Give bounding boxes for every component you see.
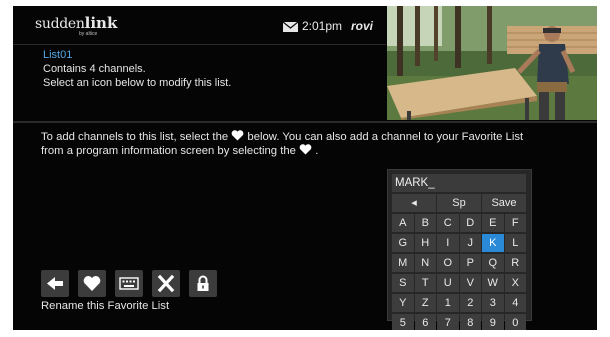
list-info: List01 Contains 4 channels. Select an ic… bbox=[43, 48, 231, 90]
heart-icon bbox=[83, 276, 101, 291]
brand-bold: link bbox=[84, 14, 118, 32]
key-f[interactable]: F bbox=[504, 214, 526, 232]
key-e[interactable]: E bbox=[482, 214, 504, 232]
key-y[interactable]: Y bbox=[392, 294, 414, 312]
instruction-text-2a: from a program information screen by sel… bbox=[41, 145, 296, 157]
backspace-key[interactable]: ◂ bbox=[392, 194, 436, 212]
key-k[interactable]: K bbox=[482, 234, 504, 252]
key-9[interactable]: 9 bbox=[482, 314, 504, 330]
key-7[interactable]: 7 bbox=[437, 314, 459, 330]
on-screen-keyboard: MARK_ ◂ Sp Save ABCDEF GHIJKL MNOPQR STUVWX… bbox=[387, 169, 532, 330]
key-o[interactable]: O bbox=[437, 254, 459, 272]
key-4[interactable]: 4 bbox=[504, 294, 526, 312]
instruction-text-1a: To add channels to this list, select the bbox=[41, 131, 229, 143]
lock-list-button[interactable] bbox=[189, 270, 217, 297]
list-instruction: Select an icon below to modify this list… bbox=[43, 77, 232, 89]
header-bar: suddenlink by altice 2:01pm rovi bbox=[13, 6, 386, 45]
key-d[interactable]: D bbox=[459, 214, 481, 232]
list-name: List01 bbox=[43, 49, 73, 61]
brand-sub: by altice bbox=[79, 31, 98, 37]
clock-time: 2:01pm bbox=[302, 19, 343, 33]
add-channel-button[interactable] bbox=[78, 270, 106, 297]
key-g[interactable]: G bbox=[392, 234, 414, 252]
key-w[interactable]: W bbox=[482, 274, 504, 292]
focused-action-label: Rename this Favorite List bbox=[41, 300, 170, 312]
key-x[interactable]: X bbox=[504, 274, 526, 292]
key-r[interactable]: R bbox=[504, 254, 526, 272]
back-button[interactable] bbox=[41, 270, 69, 297]
close-icon bbox=[157, 274, 175, 293]
instruction-text-2b: . bbox=[315, 145, 319, 157]
key-s[interactable]: S bbox=[392, 274, 414, 292]
keyboard-icon bbox=[119, 277, 139, 290]
space-key[interactable]: Sp bbox=[437, 194, 481, 212]
heart-icon bbox=[231, 130, 244, 141]
mail-icon bbox=[283, 22, 298, 32]
section-divider bbox=[13, 121, 597, 123]
left-arrow-icon bbox=[47, 277, 63, 290]
key-i[interactable]: I bbox=[437, 234, 459, 252]
heart-icon bbox=[299, 144, 312, 155]
key-8[interactable]: 8 bbox=[459, 314, 481, 330]
key-v[interactable]: V bbox=[459, 274, 481, 292]
add-channel-instructions: To add channels to this list, select the… bbox=[41, 130, 581, 158]
key-t[interactable]: T bbox=[414, 274, 436, 292]
key-6[interactable]: 6 bbox=[414, 314, 436, 330]
key-0[interactable]: 0 bbox=[504, 314, 526, 330]
key-p[interactable]: P bbox=[459, 254, 481, 272]
key-u[interactable]: U bbox=[437, 274, 459, 292]
delete-list-button[interactable] bbox=[152, 270, 180, 297]
key-3[interactable]: 3 bbox=[482, 294, 504, 312]
key-l[interactable]: L bbox=[504, 234, 526, 252]
list-name-input[interactable]: MARK_ bbox=[392, 174, 526, 192]
key-q[interactable]: Q bbox=[482, 254, 504, 272]
rovi-logo: rovi bbox=[351, 19, 374, 33]
key-a[interactable]: A bbox=[392, 214, 414, 232]
brand-main: sudden bbox=[35, 16, 85, 32]
rename-list-button[interactable] bbox=[115, 270, 143, 297]
key-n[interactable]: N bbox=[414, 254, 436, 272]
key-j[interactable]: J bbox=[459, 234, 481, 252]
channel-count: Contains 4 channels. bbox=[43, 63, 146, 75]
key-2[interactable]: 2 bbox=[459, 294, 481, 312]
instruction-text-1b: below. You can also add a channel to you… bbox=[247, 131, 524, 143]
key-m[interactable]: M bbox=[392, 254, 414, 272]
tv-screen: suddenlink by altice 2:01pm rovi List01 … bbox=[13, 6, 597, 330]
key-z[interactable]: Z bbox=[414, 294, 436, 312]
live-video-preview bbox=[387, 6, 597, 120]
lock-icon bbox=[197, 275, 209, 291]
suddenlink-logo: suddenlink by altice bbox=[35, 13, 118, 37]
key-1[interactable]: 1 bbox=[437, 294, 459, 312]
key-b[interactable]: B bbox=[414, 214, 436, 232]
key-h[interactable]: H bbox=[414, 234, 436, 252]
key-5[interactable]: 5 bbox=[392, 314, 414, 330]
key-c[interactable]: C bbox=[437, 214, 459, 232]
save-key[interactable]: Save bbox=[482, 194, 526, 212]
